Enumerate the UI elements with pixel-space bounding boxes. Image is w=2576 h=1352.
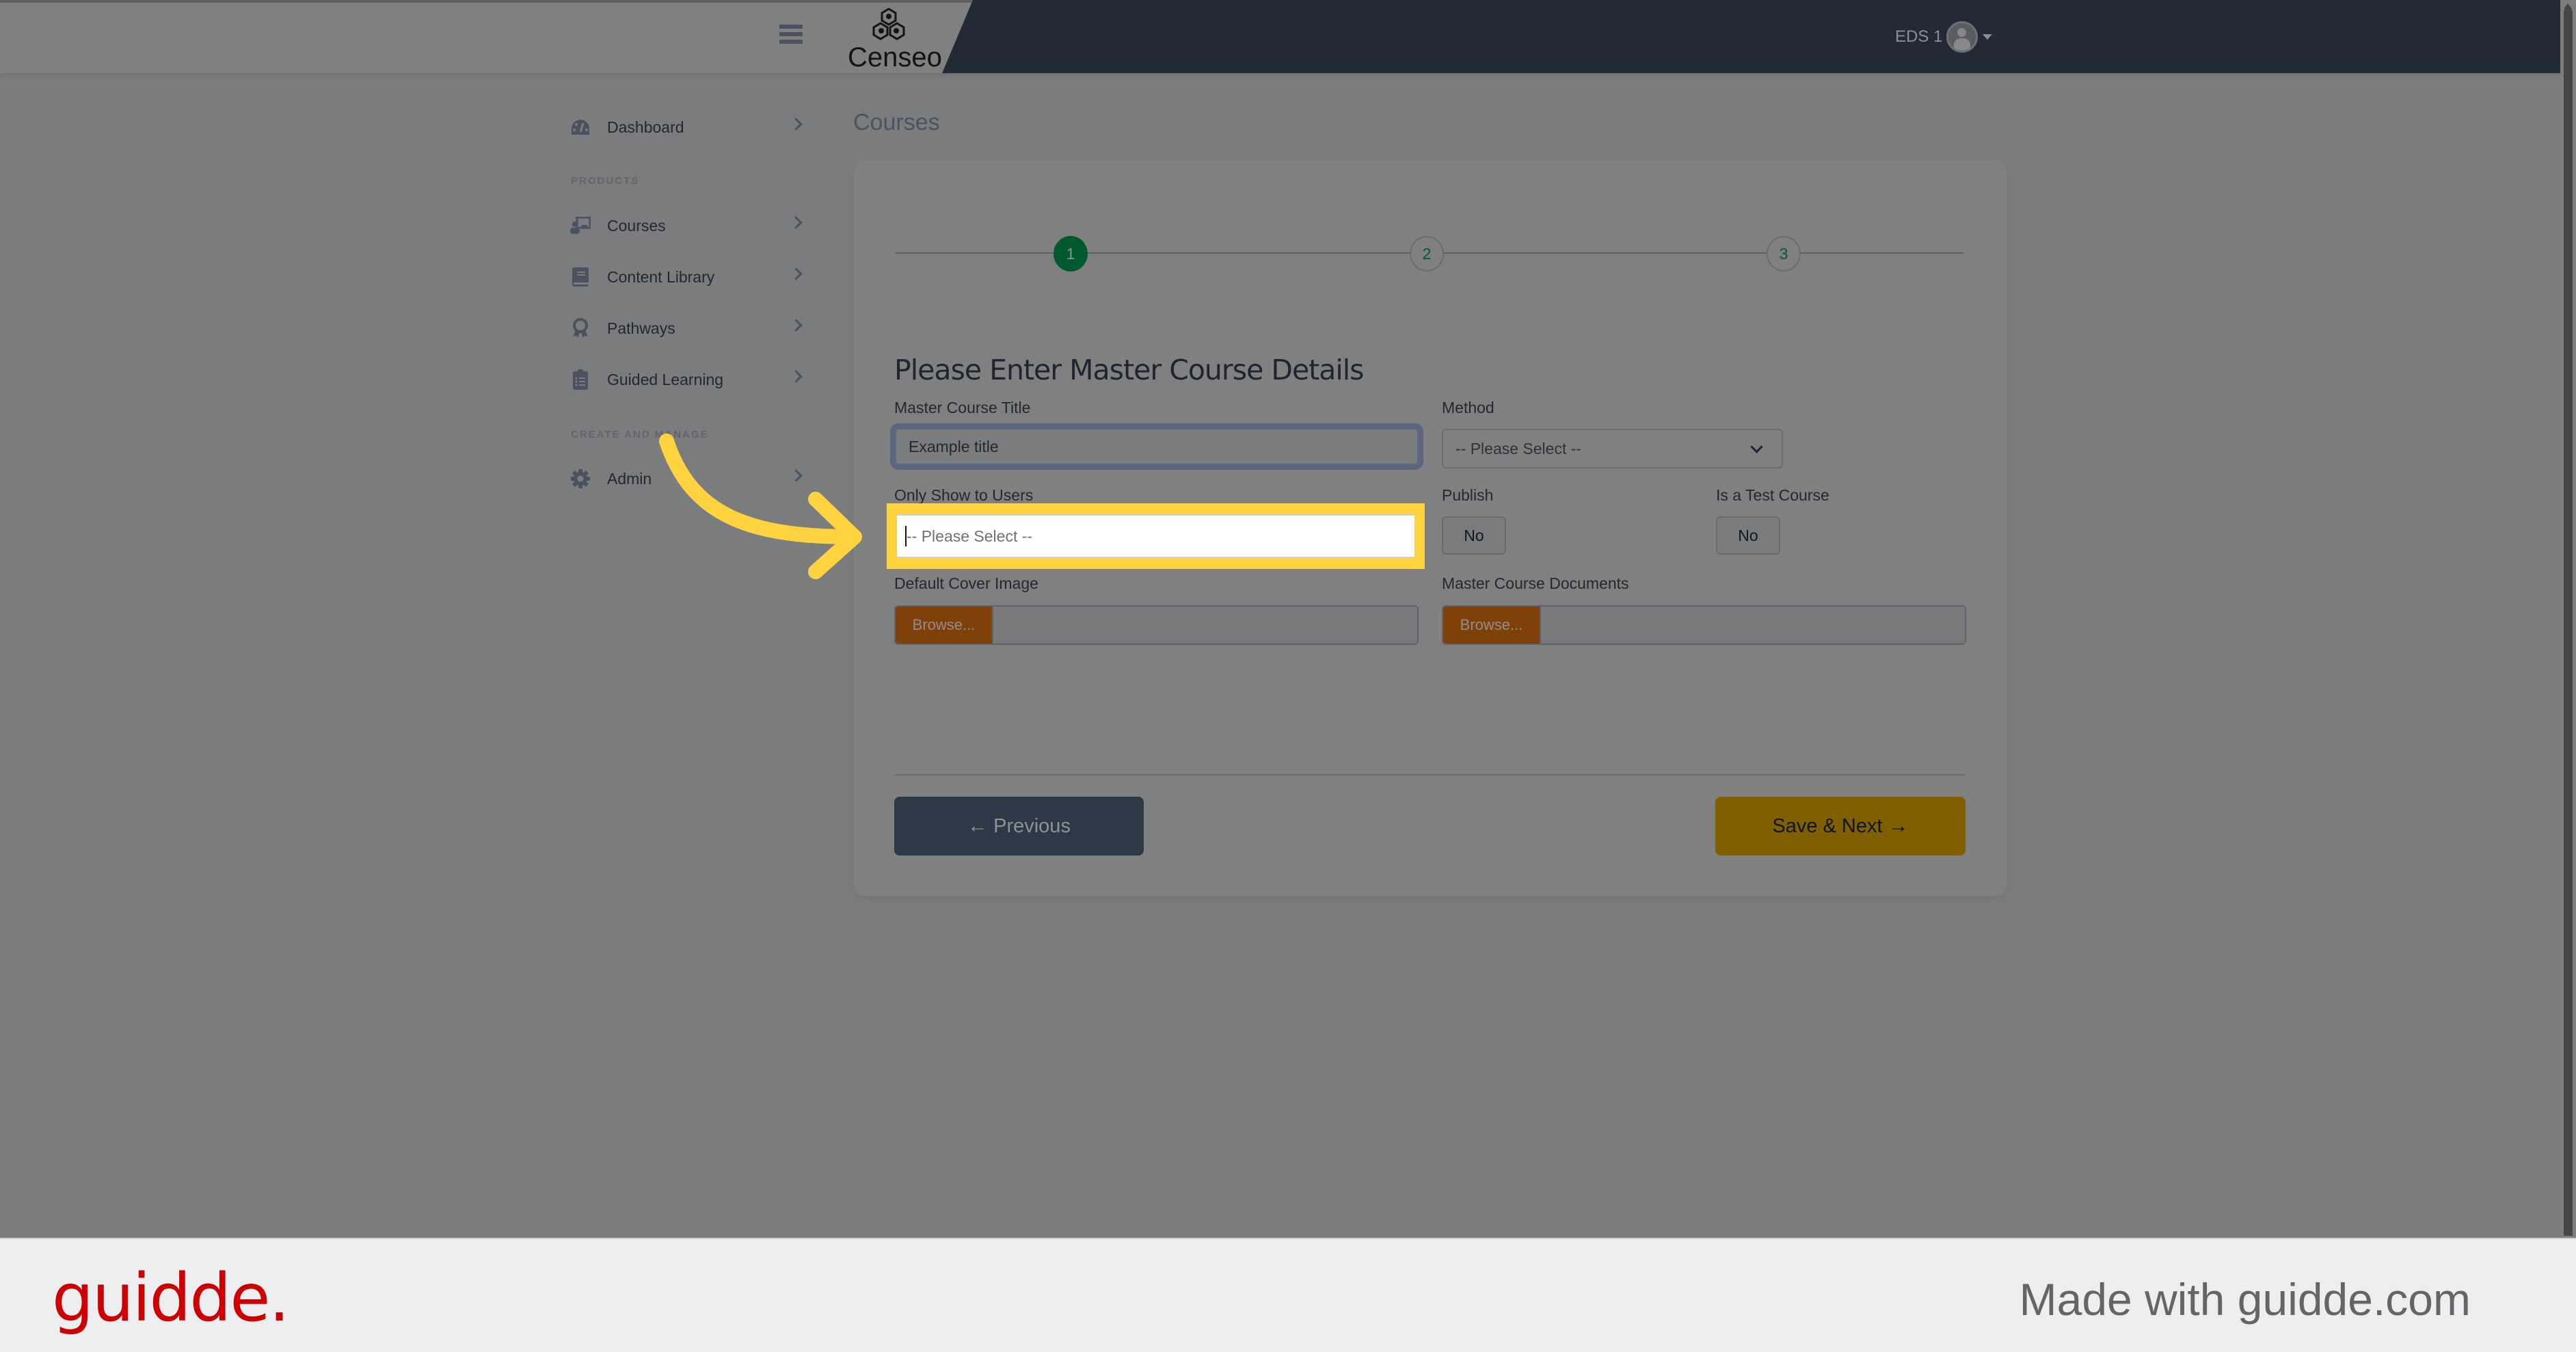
highlight-frame: -- Please Select --	[887, 503, 1425, 569]
save-next-label: Save & Next	[1772, 814, 1883, 837]
arrow-right-icon: →	[1888, 814, 1909, 837]
guidde-logo[interactable]: guidde.	[52, 1260, 290, 1336]
sidebar-item-label: Courses	[607, 216, 666, 235]
master-course-title-value: Example title	[909, 437, 999, 455]
sidebar-item-label: Guided Learning	[607, 370, 724, 388]
browse-button[interactable]: Browse...	[1443, 607, 1541, 644]
master-course-title-input[interactable]: Example title	[894, 427, 1419, 466]
top-navbar-dark-section	[942, 0, 2560, 73]
form-divider	[894, 774, 1965, 776]
step-2[interactable]: 2	[1410, 236, 1444, 271]
sidebar-item-admin[interactable]: Admin	[569, 462, 809, 496]
publish-label: Publish	[1442, 486, 1494, 504]
step-1[interactable]: 1	[1054, 236, 1088, 271]
user-menu[interactable]: EDS 1	[1895, 18, 1993, 56]
default-cover-image-file-input[interactable]: Browse...	[894, 605, 1419, 645]
method-selected-value: -- Please Select --	[1455, 439, 1582, 458]
previous-button[interactable]: ← Previous	[894, 797, 1144, 856]
chevron-right-icon	[790, 319, 803, 332]
method-label: Method	[1442, 399, 1494, 416]
sidebar-item-dashboard[interactable]: Dashboard	[569, 110, 809, 144]
guidde-footer: guidde. Made with guidde.com	[0, 1238, 2576, 1352]
only-show-to-users-label: Only Show to Users	[894, 486, 1034, 504]
publish-toggle[interactable]: No	[1442, 516, 1506, 555]
sidebar-item-guided-learning[interactable]: Guided Learning	[569, 362, 809, 397]
sidebar-item-content-library[interactable]: Content Library	[569, 260, 809, 294]
master-course-title-label: Master Course Title	[894, 399, 1031, 416]
master-course-documents-file-input[interactable]: Browse...	[1442, 605, 1966, 645]
made-with-guidde-link[interactable]: Made with guidde.com	[2020, 1273, 2471, 1325]
chevron-right-icon	[790, 267, 803, 280]
save-next-button[interactable]: Save & Next →	[1715, 797, 1965, 856]
step-3[interactable]: 3	[1767, 236, 1801, 271]
chevron-right-icon	[790, 370, 803, 383]
sidebar-item-label: Admin	[607, 469, 652, 488]
page-title: Courses	[853, 109, 940, 135]
sidebar-section-products: PRODUCTS	[571, 175, 640, 187]
previous-label: Previous	[993, 814, 1071, 837]
hamburger-icon[interactable]	[779, 25, 803, 45]
award-ribbon-icon	[569, 317, 591, 339]
master-course-documents-label: Master Course Documents	[1442, 574, 1629, 592]
only-show-to-users-input[interactable]: -- Please Select --	[897, 514, 1414, 558]
sidebar-item-pathways[interactable]: Pathways	[569, 311, 809, 345]
gear-icon	[569, 468, 591, 490]
arrow-left-icon: ←	[967, 814, 989, 837]
chevron-down-icon	[1750, 440, 1763, 453]
sidebar-item-courses[interactable]: Courses	[569, 209, 809, 243]
dashboard-gauge-icon	[569, 116, 591, 138]
book-icon	[569, 266, 591, 288]
form-heading: Please Enter Master Course Details	[894, 354, 1365, 386]
is-test-course-toggle[interactable]: No	[1716, 516, 1780, 555]
method-select[interactable]: -- Please Select --	[1442, 429, 1783, 468]
user-name: EDS 1	[1895, 27, 1943, 46]
browse-button[interactable]: Browse...	[896, 607, 993, 644]
scrollbar-thumb[interactable]	[2564, 8, 2573, 1236]
censeo-logo[interactable]: Censeo	[848, 7, 942, 72]
is-test-course-label: Is a Test Course	[1716, 486, 1829, 504]
chalkboard-teacher-icon	[569, 215, 591, 237]
clipboard-list-icon	[569, 369, 591, 390]
page-scrollbar[interactable]	[2560, 0, 2576, 1238]
brand-name: Censeo	[848, 42, 942, 72]
sidebar-section-create-manage: CREATE AND MANAGE	[571, 429, 709, 440]
censeo-logo-icon	[872, 8, 905, 40]
only-show-to-users-placeholder: -- Please Select --	[907, 527, 1033, 545]
default-cover-image-label: Default Cover Image	[894, 574, 1038, 592]
user-avatar-icon	[1946, 21, 1978, 53]
chevron-right-icon	[790, 216, 803, 229]
sidebar-item-label: Pathways	[607, 319, 675, 337]
chevron-right-icon	[790, 118, 803, 131]
caret-down-icon	[1983, 34, 1993, 40]
sidebar-item-label: Dashboard	[607, 118, 684, 136]
sidebar-item-label: Content Library	[607, 267, 715, 286]
chevron-right-icon	[790, 469, 803, 482]
